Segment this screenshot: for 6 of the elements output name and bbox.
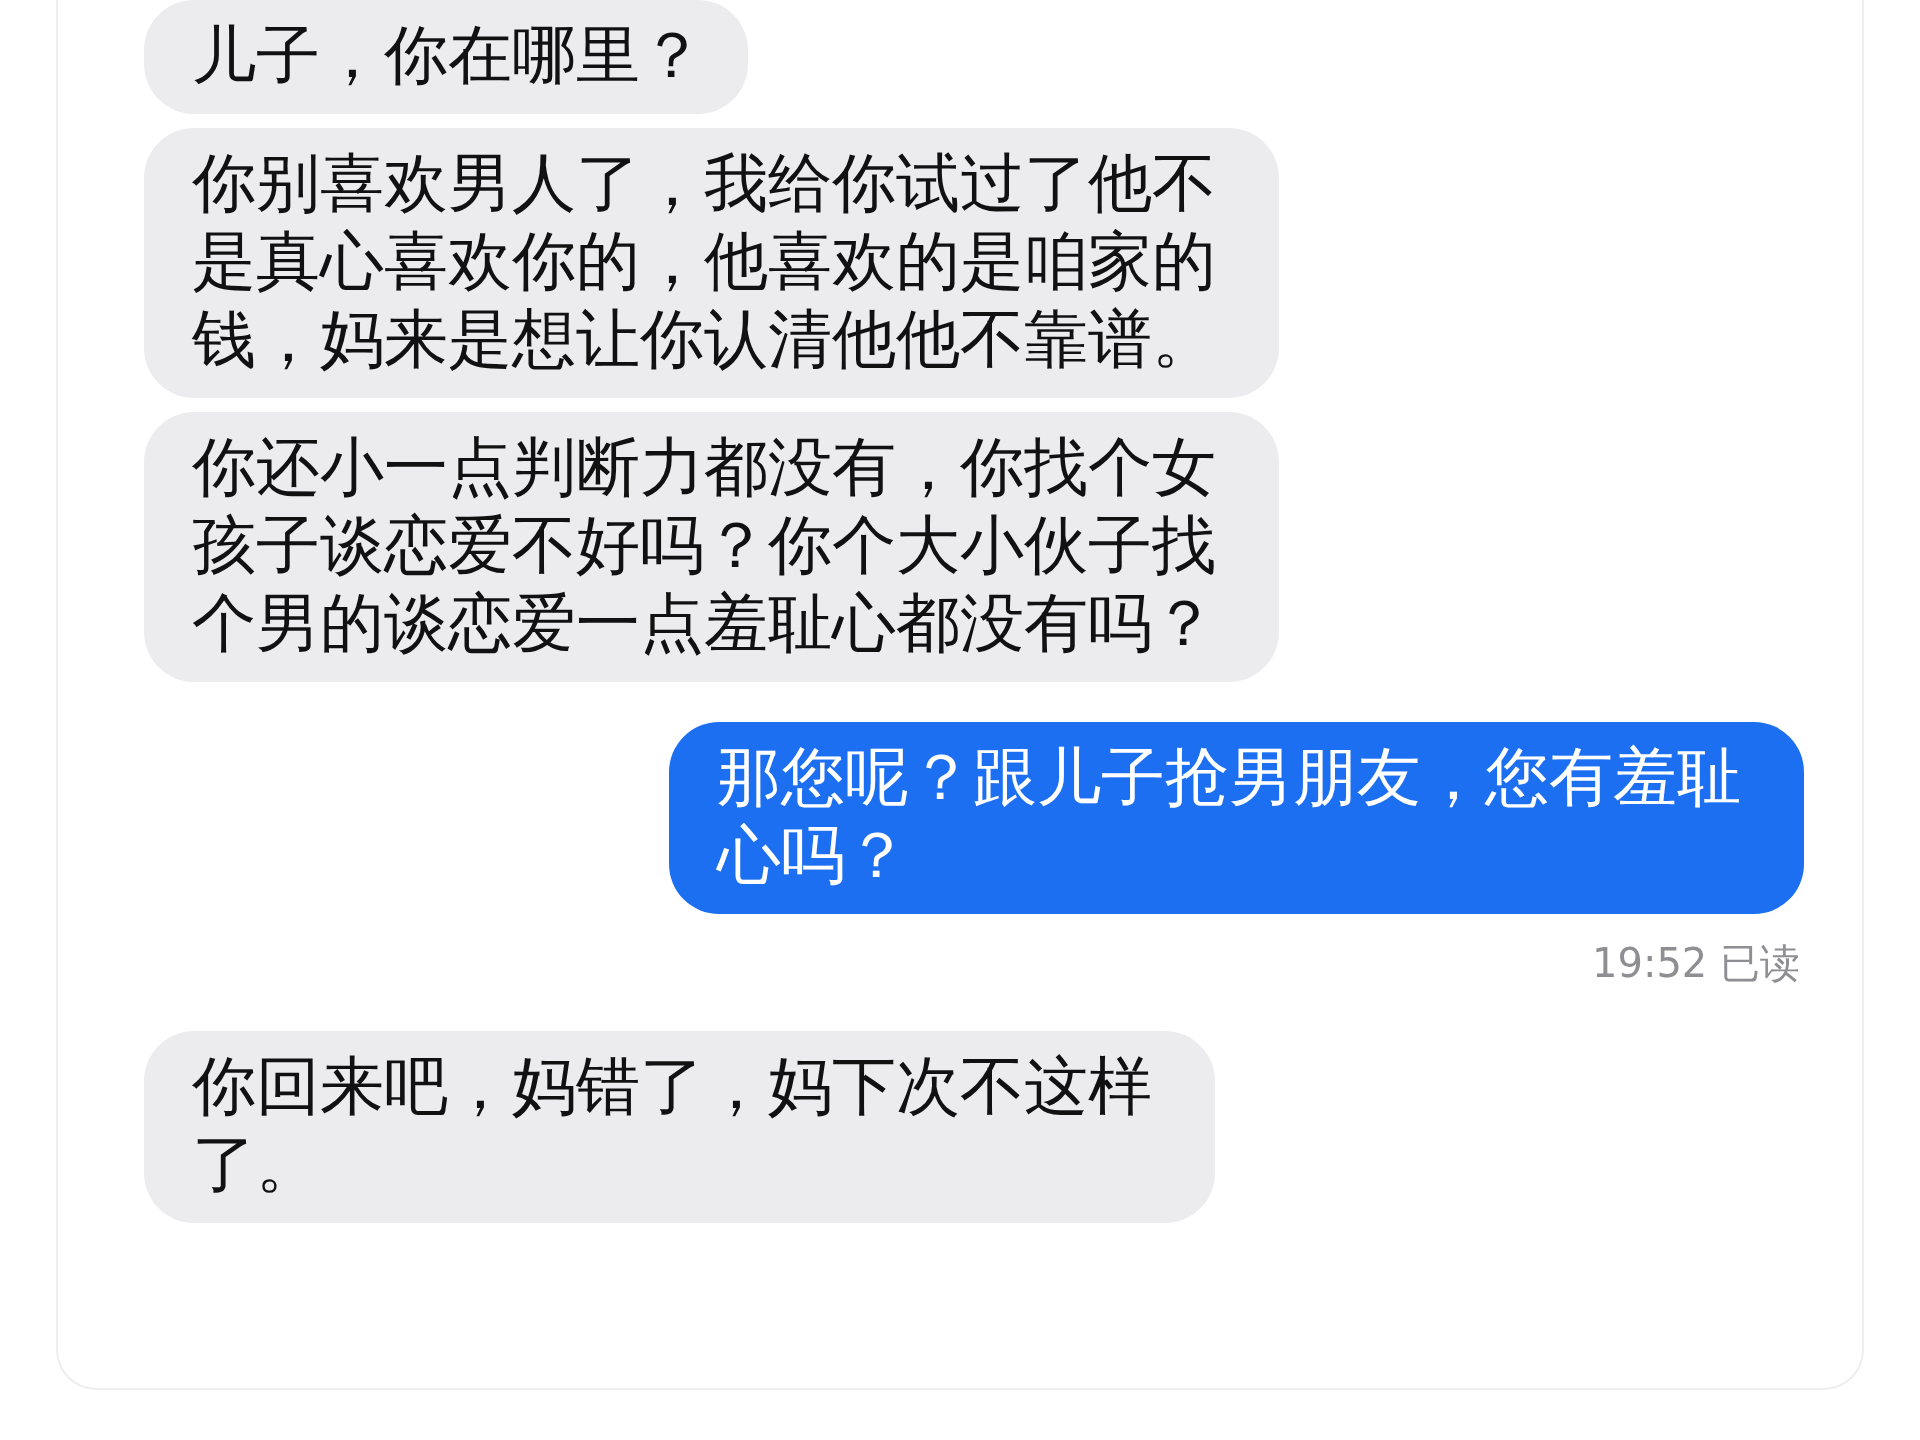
received-message-bubble: 你回来吧，妈错了，妈下次不这样了。 [144,1031,1216,1223]
received-message-bubble: 你还小一点判断力都没有，你找个女孩子谈恋爱不好吗？你个大小伙子找个男的谈恋爱一点羞耻心都没有吗？ [144,412,1280,682]
read-receipt: 19:52 已读 [1592,939,1800,988]
sent-message-bubble: 那您呢？跟儿子抢男朋友，您有羞耻心吗？ [668,722,1804,914]
received-message-bubble: 你别喜欢男人了，我给你试过了他不是真心喜欢你的，他喜欢的是咱家的钱，妈来是想让你认清他他不靠谱。 [144,128,1280,398]
received-message-bubble: 儿子，你在哪里？ [144,0,748,114]
